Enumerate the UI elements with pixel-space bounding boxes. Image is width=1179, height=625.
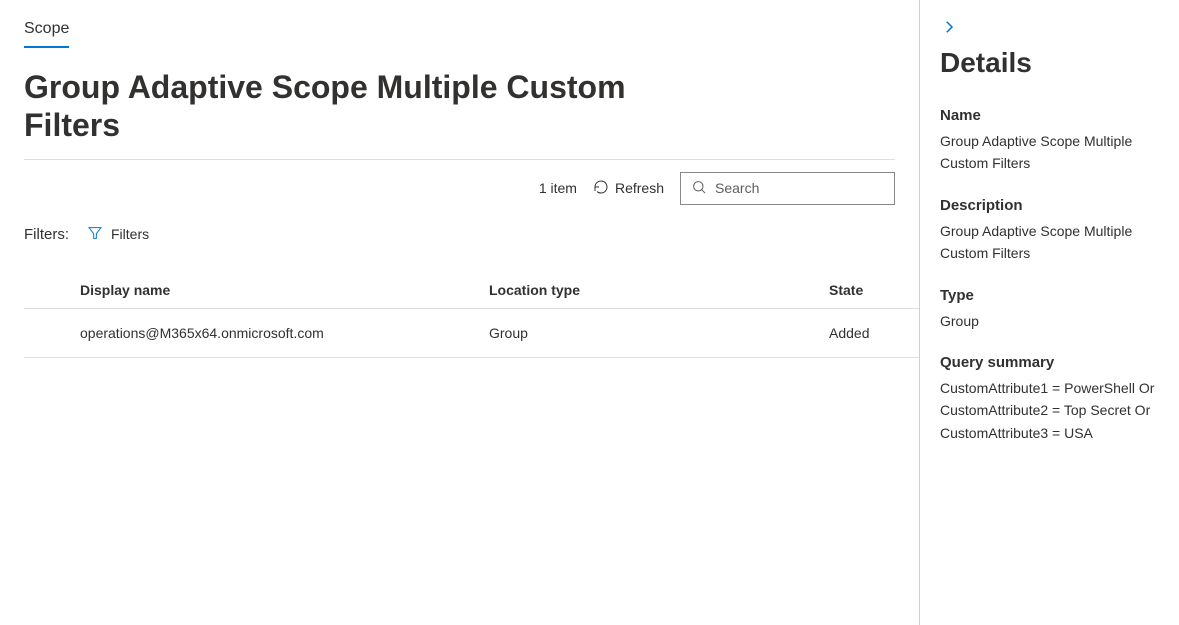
filter-icon xyxy=(87,225,103,244)
filters-label: Filters: xyxy=(24,226,69,243)
field-type: Type Group xyxy=(940,287,1159,332)
results-table: Display name Location type State operati… xyxy=(24,272,919,358)
filters-button[interactable]: Filters xyxy=(87,225,149,244)
refresh-label: Refresh xyxy=(615,180,664,196)
header-location-type[interactable]: Location type xyxy=(489,282,829,298)
details-title: Details xyxy=(940,47,1159,79)
field-description: Description Group Adaptive Scope Multipl… xyxy=(940,197,1159,265)
filters-chip-label: Filters xyxy=(111,226,149,242)
main-panel: Scope Group Adaptive Scope Multiple Cust… xyxy=(0,0,919,625)
filters-row: Filters: Filters xyxy=(24,225,919,244)
search-input[interactable] xyxy=(715,180,884,196)
field-query-summary-label: Query summary xyxy=(940,354,1159,371)
toolbar: 1 item Refresh xyxy=(24,172,895,205)
col-pad xyxy=(24,282,80,298)
field-description-label: Description xyxy=(940,197,1159,214)
tab-scope[interactable]: Scope xyxy=(24,20,69,48)
search-icon xyxy=(691,179,707,198)
cell-state: Added xyxy=(829,325,919,341)
cell-display-name: operations@M365x64.onmicrosoft.com xyxy=(80,325,489,341)
field-name: Name Group Adaptive Scope Multiple Custo… xyxy=(940,107,1159,175)
divider xyxy=(24,159,895,160)
search-box[interactable] xyxy=(680,172,895,205)
collapse-panel-button[interactable] xyxy=(940,18,958,39)
table-header-row: Display name Location type State xyxy=(24,272,919,309)
table-row[interactable]: operations@M365x64.onmicrosoft.com Group… xyxy=(24,309,919,358)
field-type-label: Type xyxy=(940,287,1159,304)
field-type-value: Group xyxy=(940,310,1159,332)
tab-row: Scope xyxy=(24,20,919,48)
details-panel: Details Name Group Adaptive Scope Multip… xyxy=(919,0,1179,625)
field-query-summary-value: CustomAttribute1 = PowerShell Or CustomA… xyxy=(940,377,1159,444)
item-count: 1 item xyxy=(539,180,577,196)
cell-location-type: Group xyxy=(489,325,829,341)
header-display-name[interactable]: Display name xyxy=(80,282,489,298)
refresh-button[interactable]: Refresh xyxy=(593,179,664,198)
refresh-icon xyxy=(593,179,609,198)
field-description-value: Group Adaptive Scope Multiple Custom Fil… xyxy=(940,220,1159,265)
field-name-label: Name xyxy=(940,107,1159,124)
field-query-summary: Query summary CustomAttribute1 = PowerSh… xyxy=(940,354,1159,444)
chevron-right-icon xyxy=(940,24,958,39)
header-state[interactable]: State xyxy=(829,282,919,298)
field-name-value: Group Adaptive Scope Multiple Custom Fil… xyxy=(940,130,1159,175)
page-title: Group Adaptive Scope Multiple Custom Fil… xyxy=(24,68,684,145)
